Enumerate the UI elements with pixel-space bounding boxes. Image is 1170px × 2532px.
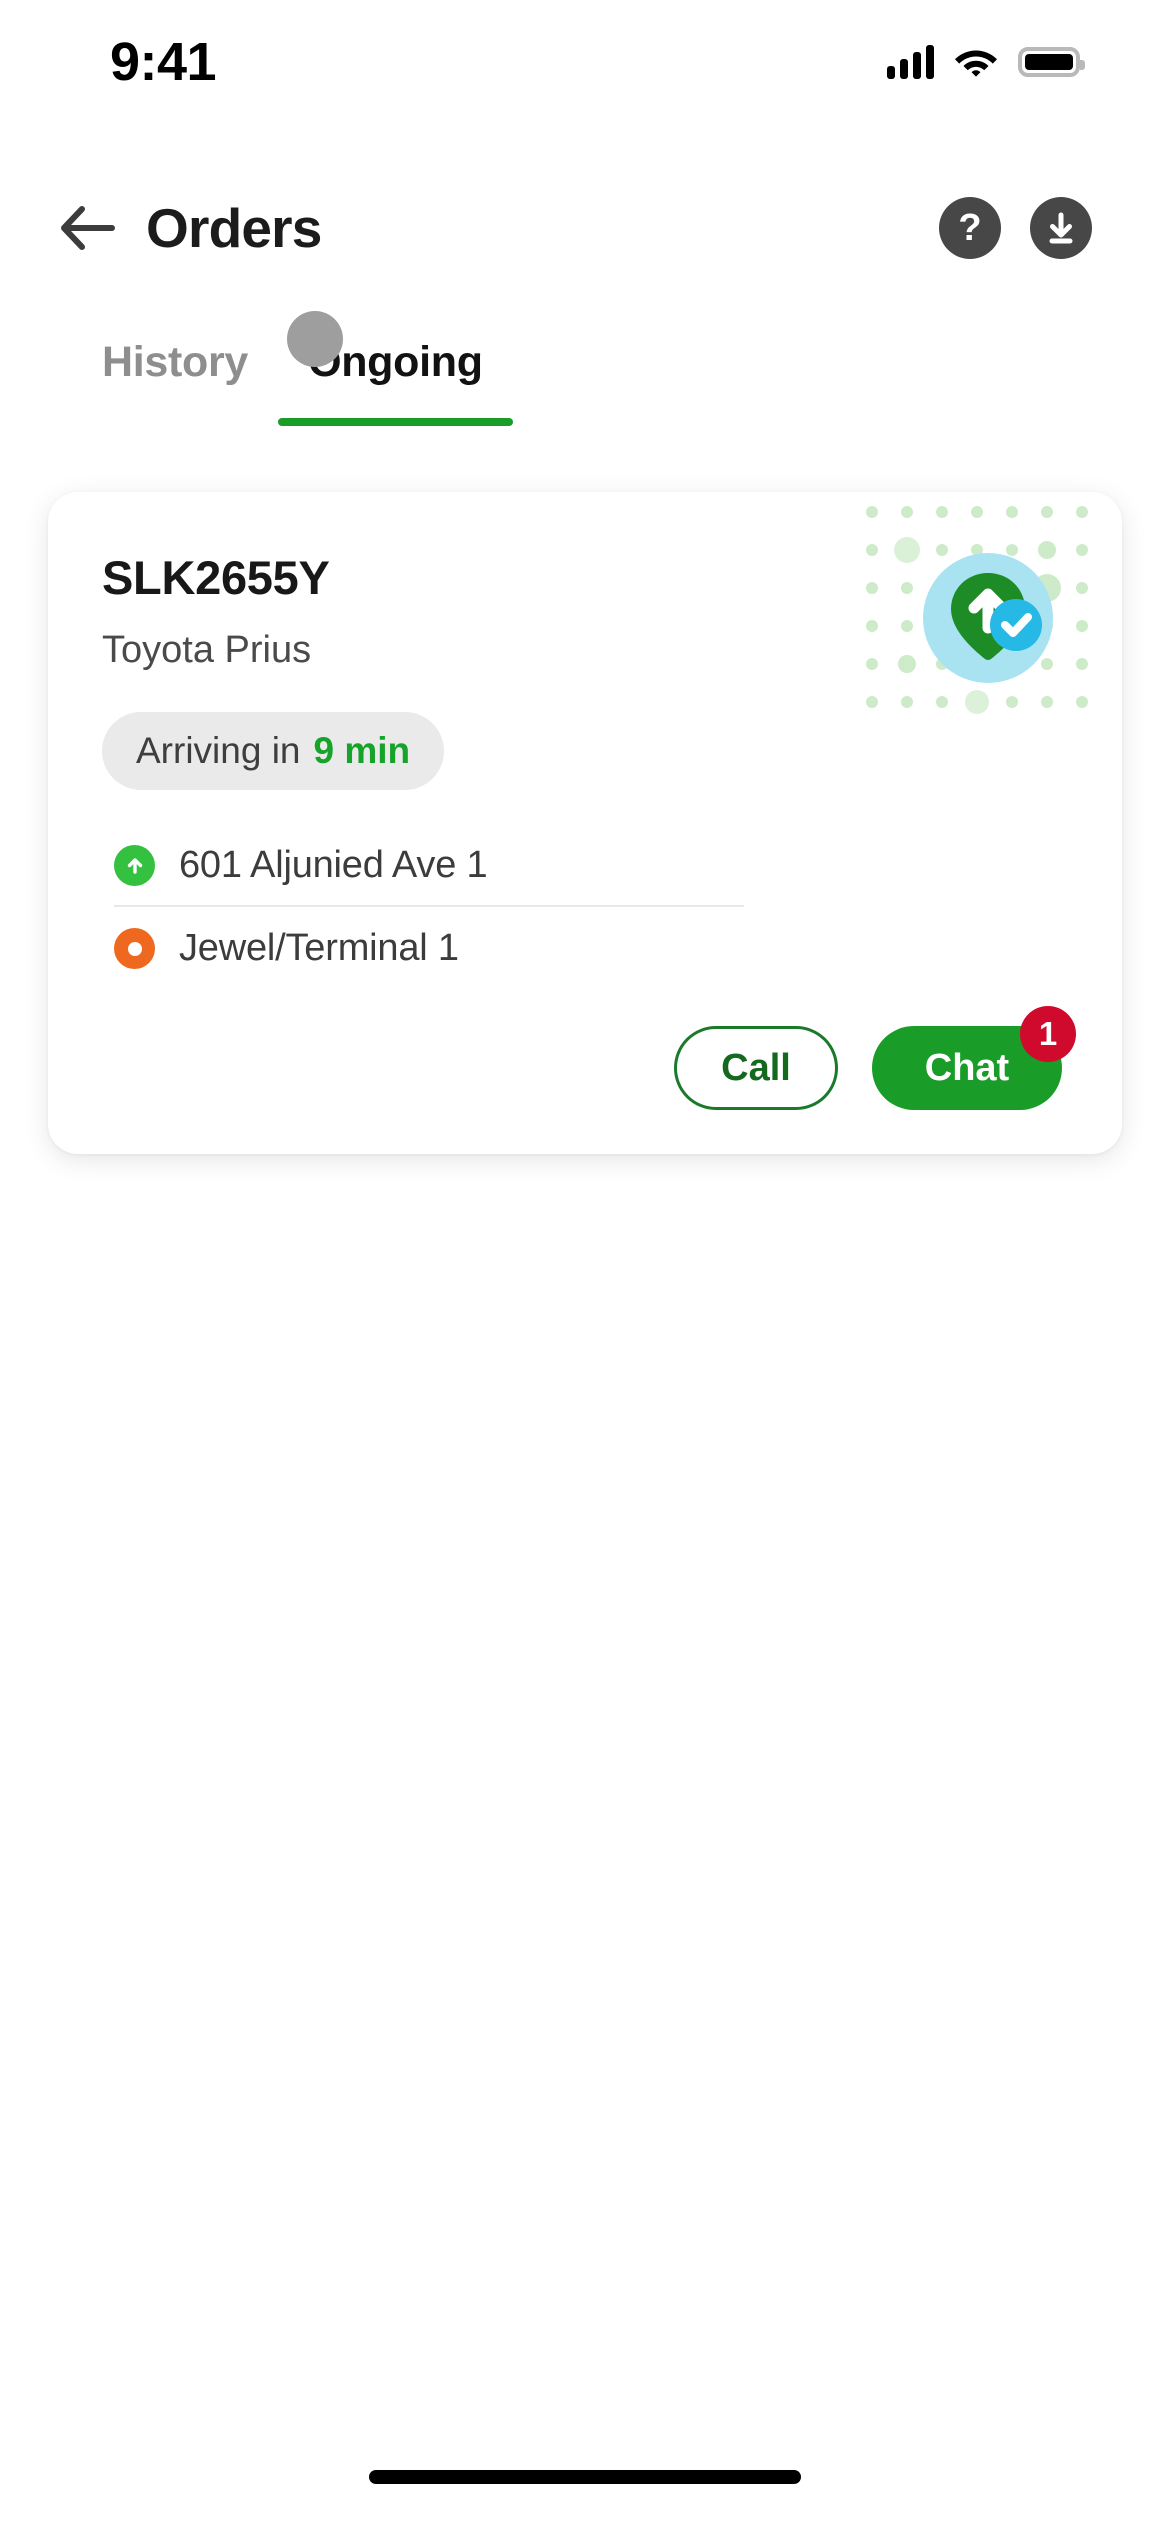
battery-full-icon xyxy=(1018,47,1085,77)
dropoff-dot-icon xyxy=(114,928,155,969)
home-indicator xyxy=(369,2470,801,2484)
status-bar-time: 9:41 xyxy=(110,32,217,92)
vehicle-model: Toyota Prius xyxy=(102,629,312,671)
call-button[interactable]: Call xyxy=(674,1026,838,1110)
back-arrow-icon xyxy=(61,206,115,250)
status-bar-indicators xyxy=(887,45,1085,79)
eta-badge: Arriving in 9 min xyxy=(102,712,445,790)
app-header: Orders ? xyxy=(0,168,1170,288)
back-button[interactable] xyxy=(52,192,124,264)
download-button[interactable] xyxy=(1030,197,1092,259)
touch-pointer-indicator xyxy=(287,311,343,367)
ongoing-order-card[interactable]: SLK2655Y Toyota Prius Arriving in 9 min … xyxy=(48,492,1122,1154)
help-button[interactable]: ? xyxy=(939,197,1001,259)
cellular-signal-icon xyxy=(887,45,934,79)
route-divider xyxy=(114,905,744,907)
eta-value-label: 9 min xyxy=(313,730,411,771)
route-row-dropoff: Jewel/Terminal 1 xyxy=(102,911,1068,984)
wifi-icon xyxy=(955,50,997,77)
pickup-address: 601 Aljunied Ave 1 xyxy=(179,844,488,886)
eta-prefix-label: Arriving in xyxy=(136,730,301,771)
vehicle-plate-number: SLK2655Y xyxy=(102,551,330,604)
route-row-pickup: 601 Aljunied Ave 1 xyxy=(102,828,1068,901)
orders-tabs: History Ongoing xyxy=(0,338,1170,438)
dropoff-address: Jewel/Terminal 1 xyxy=(179,927,459,969)
tab-active-indicator xyxy=(278,418,513,426)
tab-history-label: History xyxy=(102,338,249,386)
status-bar: 9:41 xyxy=(0,0,1170,110)
page-title: Orders xyxy=(146,197,322,259)
download-icon xyxy=(1049,212,1073,244)
chat-button-label: Chat xyxy=(924,1046,1010,1089)
chat-unread-badge: 1 xyxy=(1020,1006,1076,1062)
tab-history[interactable]: History xyxy=(72,338,278,426)
header-actions: ? xyxy=(939,197,1092,259)
chat-button[interactable]: Chat 1 xyxy=(872,1006,1076,1110)
order-card-actions: Call Chat 1 xyxy=(102,1006,1076,1110)
help-question-icon: ? xyxy=(958,207,982,249)
route-list: 601 Aljunied Ave 1 Jewel/Terminal 1 xyxy=(102,828,1068,984)
order-card-body: SLK2655Y Toyota Prius Arriving in 9 min … xyxy=(48,492,1122,1154)
pickup-arrow-icon xyxy=(114,845,155,886)
